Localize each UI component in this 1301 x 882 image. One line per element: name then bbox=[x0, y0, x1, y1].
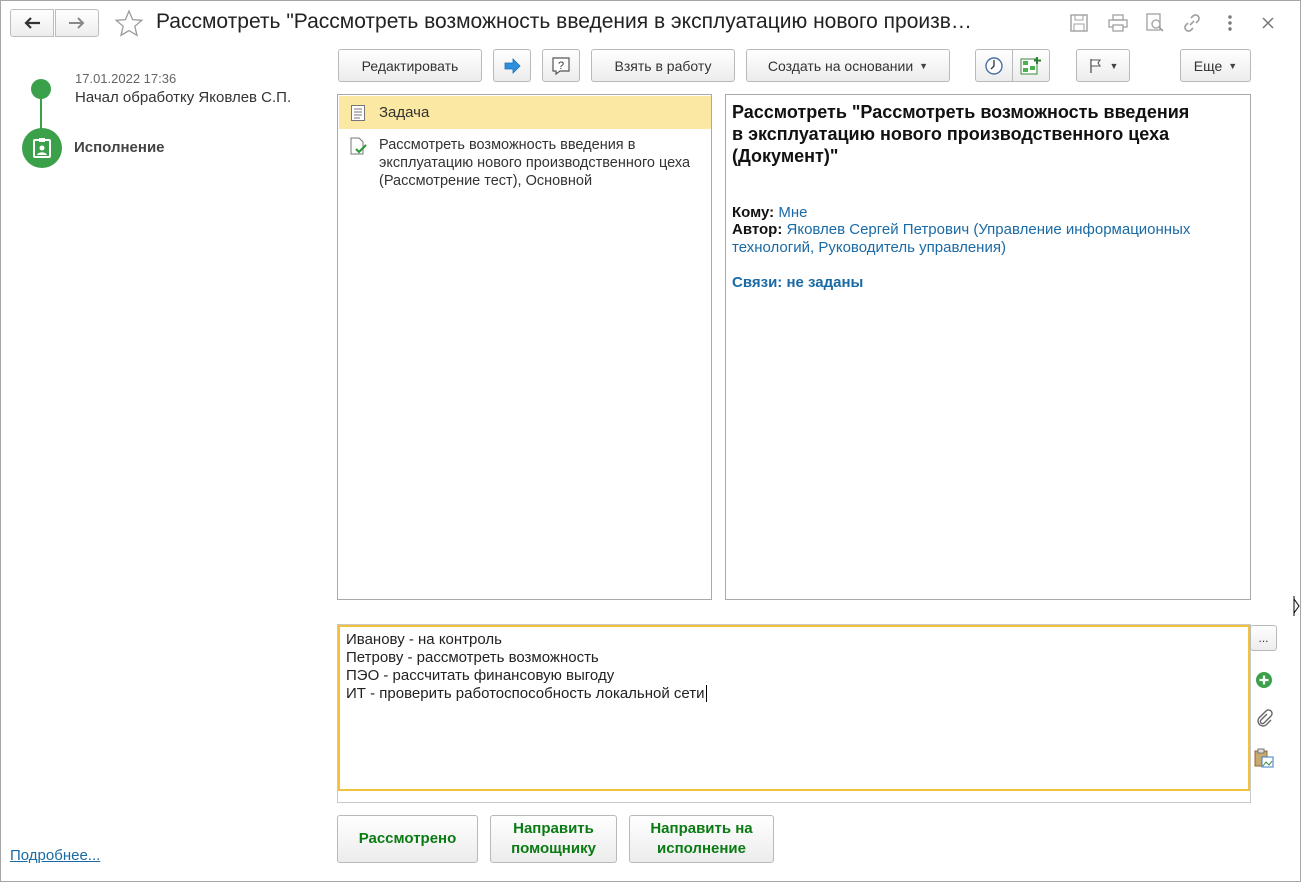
create-based-on-button[interactable]: Создать на основании ▼ bbox=[746, 49, 950, 82]
current-step-label: Исполнение bbox=[74, 139, 165, 156]
add-structure-icon bbox=[1020, 56, 1041, 74]
timeline-event: Начал обработку Яковлев С.П. bbox=[75, 89, 292, 106]
tree-item-label: Рассмотреть возможность введения в экспл… bbox=[379, 137, 691, 189]
favorite-star-icon[interactable] bbox=[114, 9, 144, 42]
comment-line: ИТ - проверить работоспособность локальн… bbox=[346, 685, 705, 702]
page-title: Рассмотреть "Рассмотреть возможность вве… bbox=[156, 10, 972, 33]
structure-button[interactable] bbox=[1012, 49, 1050, 82]
edit-button[interactable]: Редактировать bbox=[338, 49, 482, 82]
resize-cursor-icon bbox=[1292, 595, 1301, 620]
back-button[interactable] bbox=[10, 9, 54, 37]
question-button[interactable]: ? bbox=[542, 49, 580, 82]
task-list-icon bbox=[351, 105, 365, 121]
dropdown-arrow-icon: ▼ bbox=[919, 60, 929, 71]
author-value-link[interactable]: Яковлев Сергей Петрович (Управление инфо… bbox=[732, 221, 1190, 256]
to-label: Кому: bbox=[732, 204, 775, 221]
more-button[interactable]: Еще ▼ bbox=[1180, 49, 1251, 82]
document-check-icon bbox=[350, 137, 367, 155]
more-details-link[interactable]: Подробнее... bbox=[10, 847, 100, 864]
comment-textarea[interactable]: Иванову - на контроль Петрову - рассмотр… bbox=[338, 625, 1250, 791]
task-details-panel: Рассмотреть "Рассмотреть возможность вве… bbox=[725, 94, 1251, 600]
attach-icon[interactable] bbox=[1255, 709, 1273, 732]
add-icon[interactable] bbox=[1255, 671, 1273, 692]
blue-arrow-icon bbox=[504, 57, 521, 74]
task-tree-panel: Задача Рассмотреть возможность введения … bbox=[337, 94, 712, 600]
dropdown-arrow-icon: ▼ bbox=[1228, 60, 1238, 71]
flag-icon bbox=[1089, 58, 1101, 73]
dropdown-arrow-icon: ▼ bbox=[1109, 60, 1119, 71]
comment-ellipsis-button[interactable]: ... bbox=[1250, 625, 1277, 651]
comment-line: ПЭО - рассчитать финансовую выгоду bbox=[346, 667, 615, 684]
more-vertical-icon[interactable] bbox=[1219, 12, 1241, 34]
create-based-on-label: Создать на основании bbox=[767, 57, 914, 74]
execution-step-icon bbox=[22, 128, 62, 168]
comment-line: Петрову - рассмотреть возможность bbox=[346, 649, 599, 666]
recipient-row: Кому: Мне bbox=[732, 204, 1242, 221]
text-cursor bbox=[705, 685, 707, 702]
more-button-label: Еще bbox=[1193, 57, 1223, 74]
tree-item-task[interactable]: Задача bbox=[339, 96, 711, 129]
author-row: Автор: Яковлев Сергей Петрович (Управлен… bbox=[732, 221, 1242, 257]
flag-button[interactable]: ▼ bbox=[1076, 49, 1130, 82]
link-icon[interactable] bbox=[1181, 12, 1203, 34]
details-heading: Рассмотреть "Рассмотреть возможность вве… bbox=[732, 102, 1190, 166]
timeline-dot bbox=[31, 79, 51, 99]
clock-icon bbox=[985, 56, 1003, 75]
question-icon: ? bbox=[552, 56, 570, 75]
author-label: Автор: bbox=[732, 221, 783, 238]
forward-task-button[interactable] bbox=[493, 49, 531, 82]
print-icon[interactable] bbox=[1107, 12, 1129, 34]
take-to-work-button[interactable]: Взять в работу bbox=[591, 49, 735, 82]
preview-icon[interactable] bbox=[1144, 12, 1166, 34]
links-text[interactable]: Связи: не заданы bbox=[732, 274, 863, 291]
tree-item-label: Задача bbox=[379, 104, 430, 121]
arrow-left-icon bbox=[24, 17, 40, 29]
arrow-right-icon bbox=[69, 17, 85, 29]
reviewed-button[interactable]: Рассмотрено bbox=[337, 815, 478, 863]
history-button[interactable] bbox=[975, 49, 1013, 82]
save-icon[interactable] bbox=[1068, 12, 1090, 34]
svg-text:?: ? bbox=[558, 60, 564, 72]
comment-line: Иванову - на контроль bbox=[346, 631, 502, 648]
close-icon[interactable] bbox=[1257, 12, 1279, 34]
tree-item-document[interactable]: Рассмотреть возможность введения в экспл… bbox=[339, 133, 711, 193]
to-value-link[interactable]: Мне bbox=[778, 204, 807, 221]
send-to-assistant-button[interactable]: Направить помощнику bbox=[490, 815, 617, 863]
timeline-date: 17.01.2022 17:36 bbox=[75, 71, 177, 86]
forward-button[interactable] bbox=[55, 9, 99, 37]
paste-image-icon[interactable] bbox=[1254, 748, 1274, 771]
send-to-execution-button[interactable]: Направить на исполнение bbox=[629, 815, 774, 863]
